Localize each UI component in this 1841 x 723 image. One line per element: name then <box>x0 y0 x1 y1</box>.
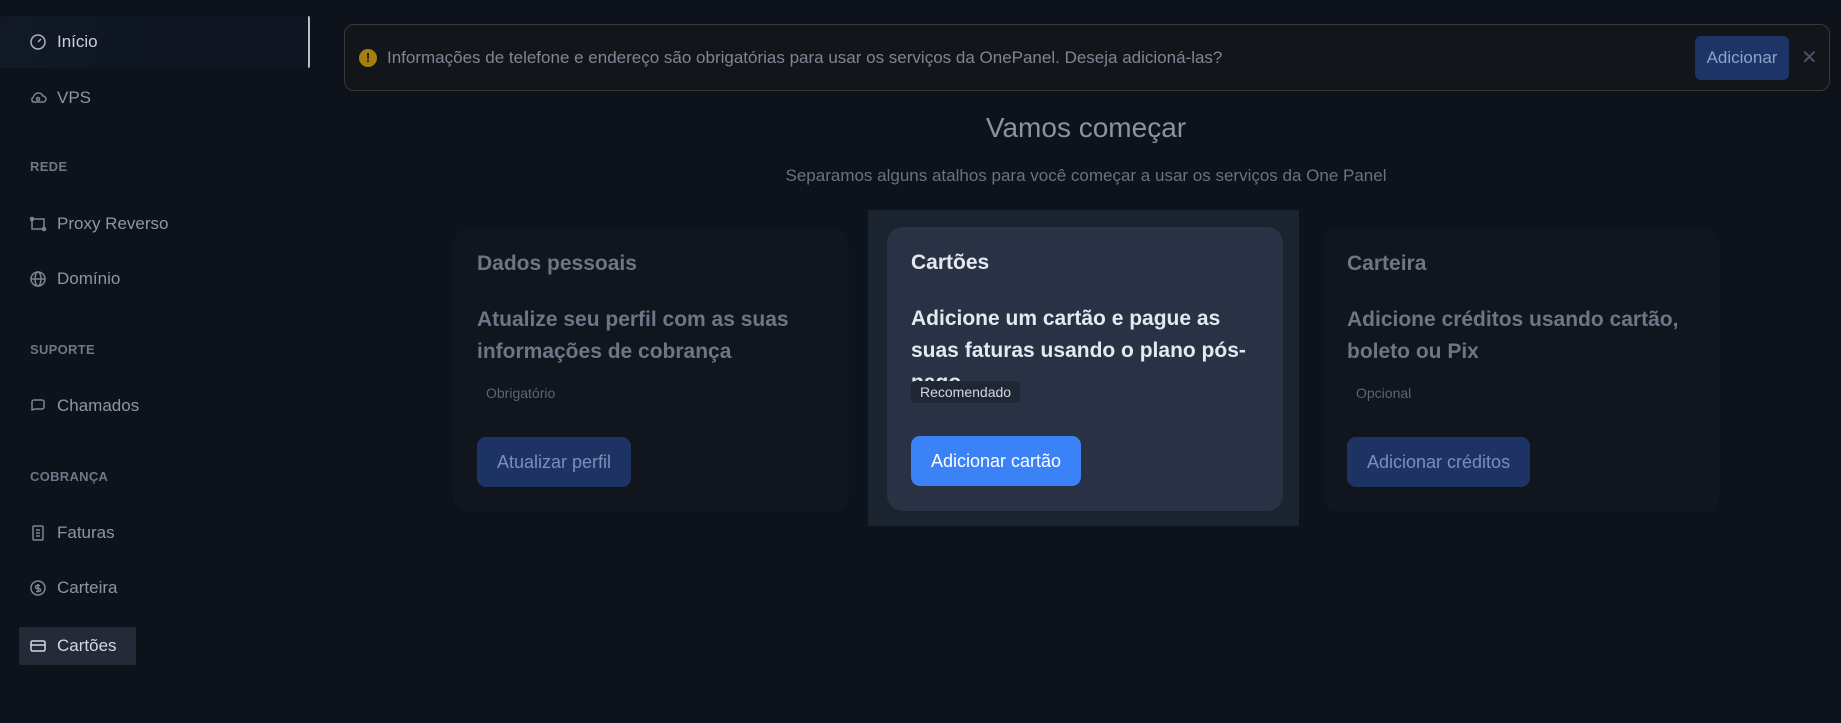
sidebar: Início VPS REDE Proxy Reverso Domínio SU… <box>0 0 312 723</box>
sidebar-item-vps[interactable]: VPS <box>19 80 101 116</box>
globe-icon <box>29 270 47 288</box>
card-title: Carteira <box>1347 252 1427 275</box>
proxy-icon <box>29 215 47 233</box>
sidebar-item-proxy-reverso[interactable]: Proxy Reverso <box>19 206 178 242</box>
page-subtitle: Separamos alguns atalhos para você começ… <box>785 166 1387 185</box>
sidebar-section-rede: REDE <box>30 159 68 174</box>
invoice-icon <box>29 524 47 542</box>
page-title: Vamos começar <box>985 112 1187 143</box>
card-dados-pessoais: Dados pessoais Atualize seu perfil com a… <box>453 228 849 512</box>
status-badge: Obrigatório <box>486 385 556 401</box>
sidebar-item-dominio[interactable]: Domínio <box>19 261 130 297</box>
card-carteira: Carteira Adicione créditos usando cartão… <box>1323 228 1719 512</box>
sidebar-item-chamados[interactable]: Chamados <box>19 388 149 424</box>
card-description: Adicione créditos usando cartão, boleto … <box>1347 308 1679 363</box>
add-card-button[interactable]: Adicionar cartão <box>911 436 1082 486</box>
sidebar-section-cobranca: COBRANÇA <box>30 469 109 484</box>
sidebar-item-label: Domínio <box>57 269 121 288</box>
alert-add-button[interactable]: Adicionar <box>1695 36 1789 80</box>
add-credits-button[interactable]: Adicionar créditos <box>1347 437 1531 487</box>
card-description: Atualize seu perfil com as suas informaç… <box>477 308 789 363</box>
card-title: Cartões <box>911 251 990 274</box>
gauge-icon <box>29 33 47 51</box>
card-icon <box>29 637 47 655</box>
warning-icon: ! <box>359 48 377 67</box>
sidebar-item-label: Proxy Reverso <box>57 214 169 233</box>
sidebar-item-inicio[interactable]: Início <box>0 16 310 68</box>
sidebar-item-cartoes[interactable]: Cartões <box>19 627 136 665</box>
card-description: Adicione um cartão e pague as suas fatur… <box>911 307 1246 394</box>
card-title: Dados pessoais <box>477 252 637 275</box>
sidebar-item-label: Início <box>57 32 98 51</box>
status-badge: Recomendado <box>911 381 1021 403</box>
sidebar-item-label: Chamados <box>57 396 140 415</box>
sidebar-item-label: Faturas <box>57 523 115 542</box>
sidebar-item-label: VPS <box>57 88 92 107</box>
card-cartoes: Cartões Adicione um cartão e pague as su… <box>887 227 1283 511</box>
update-profile-button[interactable]: Atualizar perfil <box>477 437 632 487</box>
sidebar-item-label: Cartões <box>57 636 117 655</box>
missing-info-alert: ! Informações de telefone e endereço são… <box>344 24 1830 91</box>
coin-icon <box>29 579 47 597</box>
sidebar-item-carteira[interactable]: Carteira <box>19 570 127 606</box>
alert-message: Informações de telefone e endereço são o… <box>387 47 1223 67</box>
close-icon[interactable]: ✕ <box>1801 45 1818 70</box>
chat-icon <box>29 397 47 415</box>
sidebar-item-label: Carteira <box>57 578 118 597</box>
sidebar-item-faturas[interactable]: Faturas <box>19 515 125 551</box>
status-badge: Opcional <box>1356 385 1412 401</box>
app-root: Início VPS REDE Proxy Reverso Domínio SU… <box>0 0 1841 723</box>
sidebar-section-suporte: SUPORTE <box>30 342 95 357</box>
cloud-icon <box>29 89 47 107</box>
